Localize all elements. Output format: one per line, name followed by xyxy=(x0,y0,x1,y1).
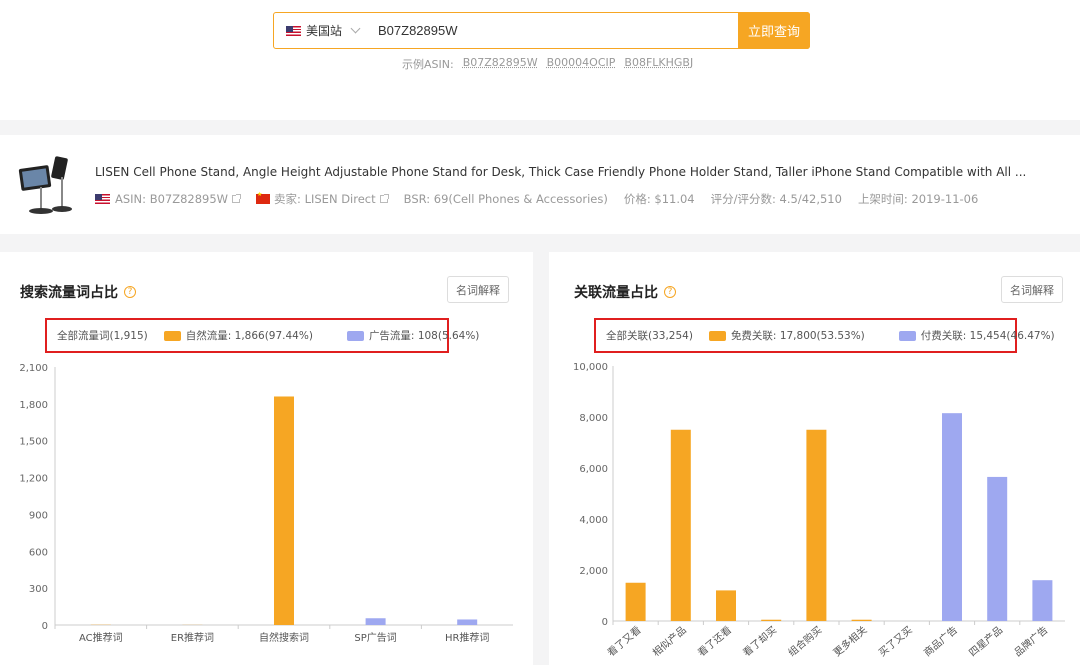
external-link-icon[interactable] xyxy=(232,194,242,203)
us-flag-icon xyxy=(286,25,301,36)
related-traffic-chart: 0 2,000 4,000 6,000 8,000 10,000 看了又看 相似产品 看了还看看… xyxy=(573,362,1065,659)
x-tick-label: 品牌广告 xyxy=(1011,623,1050,659)
y-tick-label: 8,000 xyxy=(579,413,608,424)
x-tick-label: 四星产品 xyxy=(966,623,1005,659)
y-tick-label: 0 xyxy=(602,617,608,628)
y-tick-label: 6,000 xyxy=(579,464,608,475)
asin-text: ASIN: B07Z82895W xyxy=(115,192,229,206)
external-link-icon[interactable] xyxy=(379,194,389,203)
y-tick-label: 2,000 xyxy=(579,566,608,577)
bar xyxy=(365,618,386,625)
bsr-info: BSR: 69(Cell Phones & Accessories) xyxy=(403,192,608,206)
y-tick-label: 1,800 xyxy=(19,400,48,411)
chevron-down-icon xyxy=(350,23,361,34)
y-tick-label: 1,500 xyxy=(19,437,48,448)
rating-info: 评分/评分数: 4.5/42,510 xyxy=(710,192,842,206)
seller-text: 卖家: LISEN Direct xyxy=(274,192,376,206)
y-tick-label: 0 xyxy=(42,621,48,632)
x-tick-label: HR推荐词 xyxy=(445,631,489,644)
example-asins: 示例ASIN: B07Z82895W B00004OCIP B08FLKHGBJ xyxy=(402,56,693,72)
x-tick-label: 商品广告 xyxy=(921,623,960,659)
bar xyxy=(625,582,646,621)
y-tick-label: 900 xyxy=(29,510,48,521)
bar xyxy=(761,619,782,621)
product-meta: ASIN: B07Z82895W 卖家: LISEN Direct BSR: 6… xyxy=(95,191,994,207)
site-select[interactable]: 美国站 xyxy=(274,13,366,48)
bar xyxy=(1032,580,1053,621)
listed-date-info: 上架时间: 2019-11-06 xyxy=(857,192,979,206)
price-info: 价格: $11.04 xyxy=(623,192,695,206)
example-asin-link[interactable]: B07Z82895W xyxy=(463,56,538,72)
bar xyxy=(987,476,1008,621)
product-title[interactable]: LISEN Cell Phone Stand, Angle Height Adj… xyxy=(95,165,1026,179)
search-section: 美国站 立即查询 示例ASIN: B07Z82895W B00004OCIP B… xyxy=(0,0,1080,120)
x-tick-label: 相似产品 xyxy=(650,623,689,659)
y-tick-label: 2,100 xyxy=(19,363,48,374)
bar xyxy=(457,619,478,625)
product-card: LISEN Cell Phone Stand, Angle Height Adj… xyxy=(0,135,1080,234)
search-input[interactable] xyxy=(366,13,738,48)
x-tick-label: 组合购买 xyxy=(785,623,824,659)
product-thumbnail xyxy=(18,156,72,214)
x-tick-label: 看了却买 xyxy=(740,623,779,659)
y-tick-label: 1,200 xyxy=(19,474,48,485)
example-asin-link[interactable]: B08FLKHGBJ xyxy=(624,56,693,72)
cn-flag-icon xyxy=(256,191,271,204)
search-box: 美国站 立即查询 xyxy=(273,12,810,49)
bar xyxy=(274,396,294,625)
bar xyxy=(806,429,827,621)
x-tick-label: 自然搜索词 xyxy=(259,631,309,644)
y-tick-label: 10,000 xyxy=(573,362,608,373)
asin-info[interactable]: ASIN: B07Z82895W xyxy=(95,192,242,206)
seller-info[interactable]: 卖家: LISEN Direct xyxy=(256,191,389,207)
bar xyxy=(942,413,962,621)
x-tick-label: AC推荐词 xyxy=(79,631,123,644)
x-tick-label: 买了又买 xyxy=(876,624,914,659)
bar xyxy=(851,619,872,621)
x-tick-label: ER推荐词 xyxy=(171,631,214,644)
x-tick-label: 看了还看 xyxy=(695,623,734,659)
example-asin-link[interactable]: B00004OCIP xyxy=(547,56,616,72)
y-tick-label: 300 xyxy=(29,584,48,595)
x-tick-label: 更多相关 xyxy=(831,623,870,659)
bar xyxy=(670,429,691,621)
related-traffic-panel: 关联流量占比 ? 名词解释 全部关联(33,254) 免费关联: 17,800(… xyxy=(549,252,1080,665)
site-select-label: 美国站 xyxy=(306,24,343,38)
search-button[interactable]: 立即查询 xyxy=(738,12,810,49)
bar xyxy=(716,590,736,621)
x-tick-label: SP广告词 xyxy=(354,631,396,644)
search-traffic-chart: 0 300 600 900 1,200 1,500 1,800 2,100 AC推荐词 ER推荐词… xyxy=(19,363,513,644)
search-traffic-panel: 搜索流量词占比 ? 名词解释 全部流量词(1,915) 自然流量: 1,866(… xyxy=(0,252,533,665)
x-tick-label: 看了又看 xyxy=(605,623,644,659)
us-flag-icon xyxy=(95,194,110,204)
examples-label: 示例ASIN: xyxy=(402,58,454,71)
y-tick-label: 600 xyxy=(29,547,48,558)
y-tick-label: 4,000 xyxy=(579,515,608,526)
